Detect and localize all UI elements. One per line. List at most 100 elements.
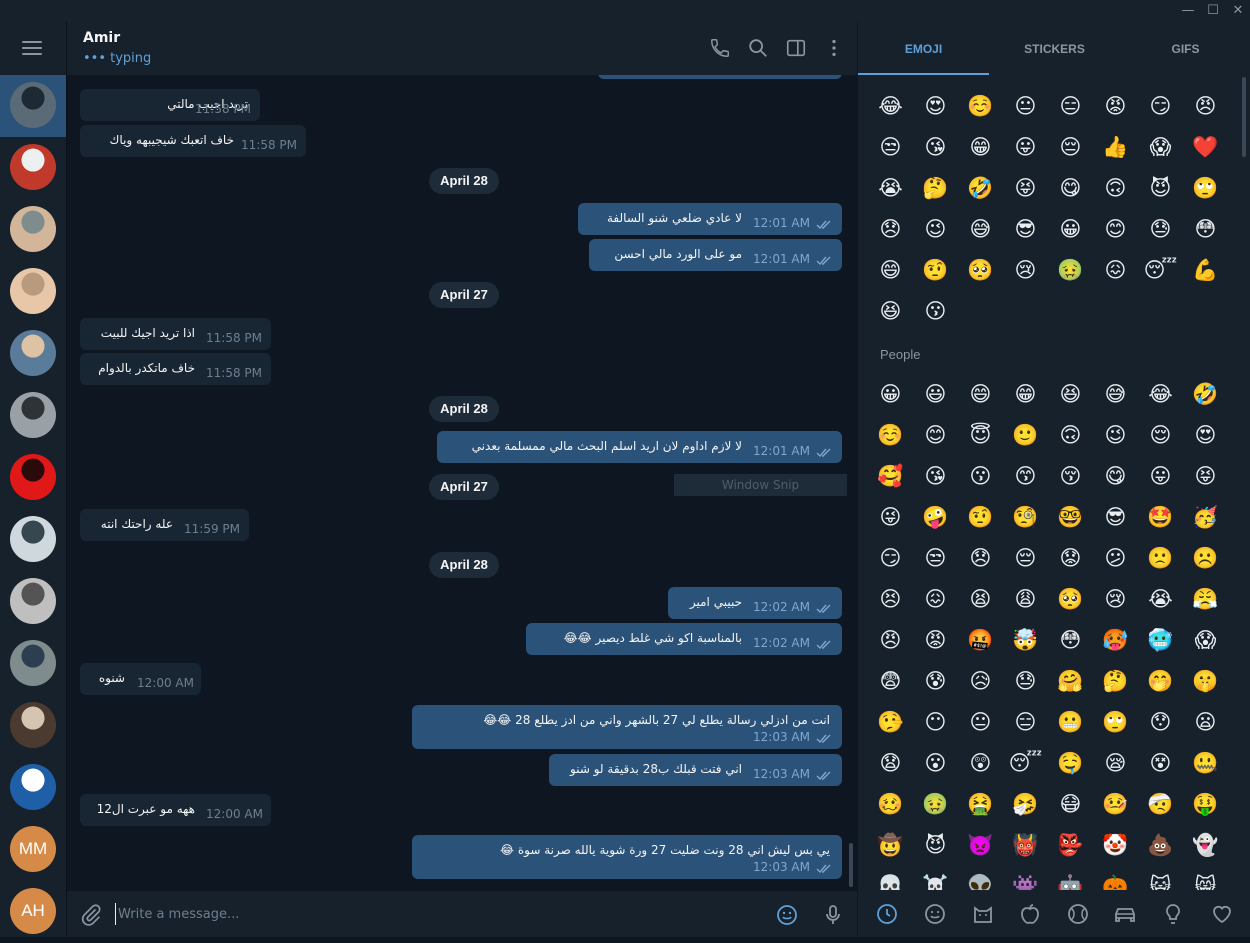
emoji-item[interactable]: 🤤 xyxy=(1048,743,1093,784)
emoji-item[interactable]: 🙁 xyxy=(1138,538,1183,579)
message-bubble[interactable]: ههه مو عبرت ال12 12:00 AM xyxy=(80,794,271,826)
emoji-item[interactable]: 😺 xyxy=(1138,866,1183,890)
emoji-item[interactable]: 😈 xyxy=(913,825,958,866)
emoji-scrollbar[interactable] xyxy=(1242,77,1246,157)
emoji-item[interactable]: 🤬 xyxy=(958,620,1003,661)
emoji-item[interactable]: 😂 xyxy=(1138,374,1183,415)
emoji-item[interactable]: 😍 xyxy=(1183,415,1228,456)
emoji-item[interactable]: 🤢 xyxy=(913,784,958,825)
emoji-item[interactable]: 😪 xyxy=(1093,743,1138,784)
chat-list-item[interactable] xyxy=(0,757,66,819)
emoji-item[interactable]: 🥳 xyxy=(1183,497,1228,538)
emoji-item[interactable]: 😤 xyxy=(1183,579,1228,620)
tab-emoji[interactable]: EMOJI xyxy=(858,22,989,75)
chat-list-item[interactable] xyxy=(0,199,66,261)
minimize-button[interactable]: — xyxy=(1177,0,1199,22)
message-bubble[interactable]: بالمناسبة اكو شي غلط ديصير 😂😂 12:02 AM xyxy=(526,623,842,655)
emoji-item[interactable]: 😢 xyxy=(1093,579,1138,620)
close-button[interactable]: ✕ xyxy=(1227,0,1249,22)
emoji-item[interactable]: 🙂 xyxy=(1003,415,1048,456)
emoji-item[interactable]: 😗 xyxy=(913,291,958,332)
chat-list-item[interactable] xyxy=(0,323,66,385)
emoji-item[interactable]: 😱 xyxy=(1183,620,1228,661)
message-bubble[interactable]: اذا تريد اجيك للبيت 11:58 PM xyxy=(80,318,271,350)
message-bubble[interactable]: شنوه 12:00 AM xyxy=(80,663,201,695)
emoji-item[interactable]: 😗 xyxy=(958,456,1003,497)
emoji-item[interactable]: 🙃 xyxy=(1093,168,1138,209)
emoji-item[interactable]: 🤭 xyxy=(1138,661,1183,702)
emoji-item[interactable]: 😱 xyxy=(1138,127,1183,168)
emoji-item[interactable]: 😌 xyxy=(1138,415,1183,456)
emoji-item[interactable]: 😮 xyxy=(913,743,958,784)
emoji-item[interactable]: 😖 xyxy=(913,579,958,620)
message-bubble[interactable]: عله راحتك انته 11:59 PM xyxy=(80,509,249,541)
emoji-item[interactable]: 👿 xyxy=(958,825,1003,866)
emoji-item[interactable]: 🤠 xyxy=(868,825,913,866)
chat-list-item[interactable]: MM xyxy=(0,819,66,881)
attach-icon[interactable] xyxy=(79,903,103,927)
emoji-item[interactable]: 🤖 xyxy=(1048,866,1093,890)
emoji-item[interactable]: 🥴 xyxy=(868,784,913,825)
emoji-item[interactable]: 😞 xyxy=(868,209,913,250)
emoji-item[interactable]: 😉 xyxy=(913,209,958,250)
emoji-item[interactable]: ☹️ xyxy=(1183,538,1228,579)
apple-icon[interactable] xyxy=(1018,902,1042,926)
emoji-item[interactable]: 😁 xyxy=(1003,374,1048,415)
emoji-item[interactable]: 😍 xyxy=(913,86,958,127)
emoji-item[interactable]: 😈 xyxy=(1138,168,1183,209)
emoji-item[interactable]: 🙄 xyxy=(1093,702,1138,743)
chat-list-item[interactable] xyxy=(0,137,66,199)
emoji-item[interactable]: ❤️ xyxy=(1183,127,1228,168)
emoji-item[interactable]: ☠️ xyxy=(913,866,958,890)
emoji-item[interactable]: 💩 xyxy=(1138,825,1183,866)
emoji-item[interactable]: 😁 xyxy=(958,127,1003,168)
emoji-item[interactable]: 😘 xyxy=(913,456,958,497)
ball-icon[interactable] xyxy=(1066,902,1090,926)
heart-icon[interactable] xyxy=(1210,902,1234,926)
emoji-item[interactable]: 😒 xyxy=(868,127,913,168)
emoji-item[interactable]: 😭 xyxy=(868,168,913,209)
message-history[interactable]: تريد اجيب مالتي 11:58 PM خاف اتعبك شيجيب… xyxy=(67,75,857,890)
emoji-item[interactable]: 😰 xyxy=(913,661,958,702)
emoji-item[interactable]: 😟 xyxy=(1048,538,1093,579)
emoji-item[interactable]: 😳 xyxy=(1048,620,1093,661)
chat-list-item[interactable] xyxy=(0,75,66,137)
emoji-item[interactable]: 😵 xyxy=(1138,743,1183,784)
chat-list-item[interactable] xyxy=(0,695,66,757)
emoji-item[interactable]: 😏 xyxy=(1138,86,1183,127)
emoji-item[interactable]: 🤕 xyxy=(1138,784,1183,825)
emoji-item[interactable]: 😩 xyxy=(1003,579,1048,620)
emoji-item[interactable]: 🙄 xyxy=(1183,168,1228,209)
emoji-item[interactable]: 😔 xyxy=(1003,538,1048,579)
phone-icon[interactable] xyxy=(709,37,731,59)
emoji-item[interactable]: 🥵 xyxy=(1093,620,1138,661)
message-bubble[interactable]: خاف اتعبك شيجيبهه وياك 11:58 PM xyxy=(80,125,306,157)
emoji-item[interactable]: 😫 xyxy=(958,579,1003,620)
emoji-item[interactable]: 🤥 xyxy=(868,702,913,743)
emoji-item[interactable]: 😛 xyxy=(1138,456,1183,497)
message-bubble[interactable]: اني فتت قبلك ب28 بدقيقة لو شنو 12:03 AM xyxy=(549,754,842,786)
emoji-item[interactable]: 🤨 xyxy=(958,497,1003,538)
message-bubble[interactable]: لا لازم اداوم لان اريد اسلم البحث مالي م… xyxy=(437,431,842,463)
emoji-item[interactable]: 😇 xyxy=(958,415,1003,456)
emoji-item[interactable]: 😜 xyxy=(868,497,913,538)
emoji-item[interactable]: 😶 xyxy=(913,702,958,743)
emoji-item[interactable]: 😢 xyxy=(1003,250,1048,291)
emoji-item[interactable]: 💪 xyxy=(1183,250,1228,291)
emoji-item[interactable]: 😣 xyxy=(868,579,913,620)
emoji-item[interactable]: 🤧 xyxy=(1003,784,1048,825)
emoji-item[interactable]: 💀 xyxy=(868,866,913,890)
tab-stickers[interactable]: STICKERS xyxy=(989,22,1120,75)
emoji-item[interactable]: 😄 xyxy=(958,374,1003,415)
emoji-item[interactable]: 😳 xyxy=(1183,209,1228,250)
emoji-item[interactable]: 😝 xyxy=(1183,456,1228,497)
car-icon[interactable] xyxy=(1113,902,1137,926)
emoji-item[interactable]: 😠 xyxy=(868,620,913,661)
microphone-icon[interactable] xyxy=(821,903,845,927)
emoji-item[interactable]: 😐 xyxy=(1003,86,1048,127)
emoji-item[interactable]: 🥺 xyxy=(1048,579,1093,620)
emoji-item[interactable]: 😆 xyxy=(1048,374,1093,415)
emoji-item[interactable]: 😊 xyxy=(913,415,958,456)
emoji-item[interactable]: 😝 xyxy=(1003,168,1048,209)
emoji-item[interactable]: 😋 xyxy=(1048,168,1093,209)
